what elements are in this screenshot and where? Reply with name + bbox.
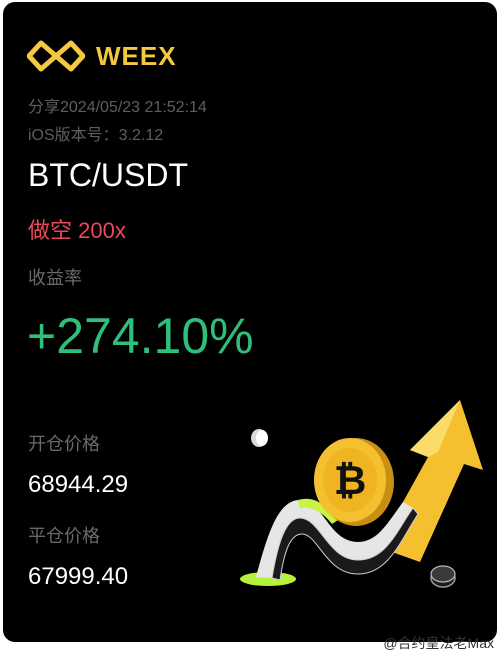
weibo-watermark: @合约皇法老Max bbox=[383, 633, 494, 653]
trading-pair: BTC/USDT bbox=[28, 157, 188, 193]
side-label: 做空 bbox=[28, 218, 73, 243]
brand-name: WEEX bbox=[96, 41, 177, 71]
weex-logo-icon bbox=[27, 40, 85, 72]
open-price-value: 68944.29 bbox=[28, 471, 129, 498]
close-price-label: 平仓价格 bbox=[28, 526, 100, 546]
bitcoin-rise-illustration: ₿ bbox=[240, 400, 483, 588]
yield-value: +274.10% bbox=[27, 308, 254, 364]
position-side: 做空 200x bbox=[28, 213, 126, 245]
share-card: WEEX 分享2024/05/23 21:52:14 iOS版本号：3.2.12… bbox=[3, 2, 497, 642]
svg-text:₿: ₿ bbox=[334, 458, 367, 504]
leverage-label: 200x bbox=[78, 218, 126, 243]
watermark-text: @合约皇法老Max bbox=[383, 635, 494, 651]
ios-version: iOS版本号：3.2.12 bbox=[28, 127, 164, 144]
yield-label: 收益率 bbox=[28, 268, 82, 288]
open-price-label: 开仓价格 bbox=[28, 434, 100, 454]
small-coin-icon bbox=[251, 429, 268, 447]
close-price-value: 67999.40 bbox=[28, 563, 129, 590]
small-coin-bottom-icon bbox=[430, 565, 456, 588]
share-timestamp: 分享2024/05/23 21:52:14 bbox=[28, 99, 207, 116]
